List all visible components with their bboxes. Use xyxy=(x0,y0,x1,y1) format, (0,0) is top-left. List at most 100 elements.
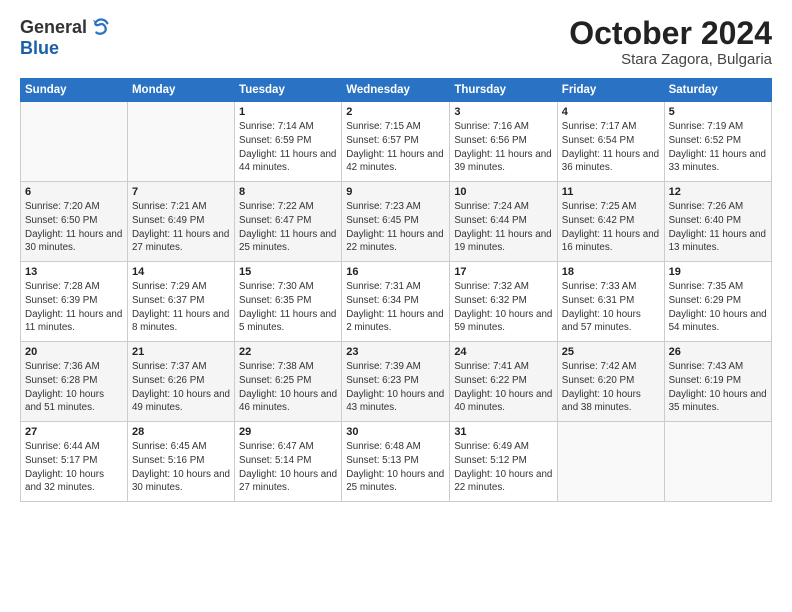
weekday-sunday: Sunday xyxy=(21,79,128,102)
weekday-wednesday: Wednesday xyxy=(342,79,450,102)
calendar-cell: 13 Sunrise: 7:28 AM Sunset: 6:39 PM Dayli… xyxy=(21,262,128,342)
day-info: Sunrise: 7:16 AM Sunset: 6:56 PM Dayligh… xyxy=(454,120,552,175)
logo-general-text: General xyxy=(20,17,87,38)
weekday-thursday: Thursday xyxy=(450,79,557,102)
day-info: Sunrise: 7:21 AM Sunset: 6:49 PM Dayligh… xyxy=(132,200,230,255)
day-number: 11 xyxy=(562,186,660,198)
weekday-tuesday: Tuesday xyxy=(235,79,342,102)
day-number: 12 xyxy=(669,186,767,198)
day-number: 22 xyxy=(239,346,337,358)
calendar-cell: 3Sunrise: 7:16 AM Sunset: 6:56 PM Daylig… xyxy=(450,102,557,182)
calendar-cell: 18 Sunrise: 7:33 AM Sunset: 6:31 PM Dayli… xyxy=(557,262,664,342)
day-number: 30 xyxy=(346,426,445,438)
day-number: 6 xyxy=(25,186,123,198)
weekday-saturday: Saturday xyxy=(664,79,771,102)
day-number: 27 xyxy=(25,426,123,438)
calendar-cell: 14 Sunrise: 7:29 AM Sunset: 6:37 PM Dayli… xyxy=(127,262,234,342)
calendar-cell: 30 Sunrise: 6:48 AM Sunset: 5:13 PM Dayli… xyxy=(342,422,450,502)
day-number: 5 xyxy=(669,106,767,118)
day-info: Sunrise: 7:39 AM Sunset: 6:23 PM Dayligh… xyxy=(346,360,445,415)
day-info: Sunrise: 7:37 AM Sunset: 6:26 PM Dayligh… xyxy=(132,360,230,415)
calendar-week-3: 13 Sunrise: 7:28 AM Sunset: 6:39 PM Dayli… xyxy=(21,262,772,342)
calendar-cell: 7 Sunrise: 7:21 AM Sunset: 6:49 PM Daylig… xyxy=(127,182,234,262)
logo: General Blue xyxy=(20,16,111,59)
day-number: 16 xyxy=(346,266,445,278)
calendar-cell: 11 Sunrise: 7:25 AM Sunset: 6:42 PM Dayli… xyxy=(557,182,664,262)
header: General Blue October 2024 Stara Zagora, … xyxy=(20,16,772,68)
day-info: Sunrise: 6:48 AM Sunset: 5:13 PM Dayligh… xyxy=(346,440,445,495)
calendar-cell: 5Sunrise: 7:19 AM Sunset: 6:52 PM Daylig… xyxy=(664,102,771,182)
day-info: Sunrise: 7:43 AM Sunset: 6:19 PM Dayligh… xyxy=(669,360,767,415)
calendar-cell: 15 Sunrise: 7:30 AM Sunset: 6:35 PM Dayli… xyxy=(235,262,342,342)
day-info: Sunrise: 7:26 AM Sunset: 6:40 PM Dayligh… xyxy=(669,200,767,255)
day-info: Sunrise: 6:44 AM Sunset: 5:17 PM Dayligh… xyxy=(25,440,123,495)
day-number: 24 xyxy=(454,346,552,358)
calendar-cell: 16 Sunrise: 7:31 AM Sunset: 6:34 PM Dayli… xyxy=(342,262,450,342)
calendar-cell: 12 Sunrise: 7:26 AM Sunset: 6:40 PM Dayli… xyxy=(664,182,771,262)
day-number: 17 xyxy=(454,266,552,278)
day-number: 20 xyxy=(25,346,123,358)
day-number: 26 xyxy=(669,346,767,358)
calendar-cell: 23Sunrise: 7:39 AM Sunset: 6:23 PM Dayli… xyxy=(342,342,450,422)
day-info: Sunrise: 7:29 AM Sunset: 6:37 PM Dayligh… xyxy=(132,280,230,335)
day-number: 18 xyxy=(562,266,660,278)
calendar-cell: 29 Sunrise: 6:47 AM Sunset: 5:14 PM Dayli… xyxy=(235,422,342,502)
day-number: 28 xyxy=(132,426,230,438)
calendar-cell: 24 Sunrise: 7:41 AM Sunset: 6:22 PM Dayli… xyxy=(450,342,557,422)
title-block: October 2024 Stara Zagora, Bulgaria xyxy=(569,16,772,68)
calendar-cell xyxy=(664,422,771,502)
day-number: 9 xyxy=(346,186,445,198)
calendar-cell: 8 Sunrise: 7:22 AM Sunset: 6:47 PM Daylig… xyxy=(235,182,342,262)
day-info: Sunrise: 7:23 AM Sunset: 6:45 PM Dayligh… xyxy=(346,200,445,255)
day-number: 8 xyxy=(239,186,337,198)
calendar-week-2: 6 Sunrise: 7:20 AM Sunset: 6:50 PM Daylig… xyxy=(21,182,772,262)
logo-bird-icon xyxy=(89,16,111,38)
day-info: Sunrise: 7:36 AM Sunset: 6:28 PM Dayligh… xyxy=(25,360,123,415)
calendar-cell: 31 Sunrise: 6:49 AM Sunset: 5:12 PM Dayli… xyxy=(450,422,557,502)
calendar-week-1: 1Sunrise: 7:14 AM Sunset: 6:59 PM Daylig… xyxy=(21,102,772,182)
calendar-cell xyxy=(557,422,664,502)
calendar-week-4: 20 Sunrise: 7:36 AM Sunset: 6:28 PM Dayli… xyxy=(21,342,772,422)
day-info: Sunrise: 6:45 AM Sunset: 5:16 PM Dayligh… xyxy=(132,440,230,495)
day-info: Sunrise: 7:32 AM Sunset: 6:32 PM Dayligh… xyxy=(454,280,552,335)
calendar-cell: 2Sunrise: 7:15 AM Sunset: 6:57 PM Daylig… xyxy=(342,102,450,182)
weekday-friday: Friday xyxy=(557,79,664,102)
calendar-week-5: 27 Sunrise: 6:44 AM Sunset: 5:17 PM Dayli… xyxy=(21,422,772,502)
day-info: Sunrise: 7:28 AM Sunset: 6:39 PM Dayligh… xyxy=(25,280,123,335)
calendar-cell xyxy=(127,102,234,182)
day-info: Sunrise: 7:33 AM Sunset: 6:31 PM Dayligh… xyxy=(562,280,660,335)
day-number: 15 xyxy=(239,266,337,278)
day-info: Sunrise: 7:38 AM Sunset: 6:25 PM Dayligh… xyxy=(239,360,337,415)
day-info: Sunrise: 7:31 AM Sunset: 6:34 PM Dayligh… xyxy=(346,280,445,335)
calendar-table: SundayMondayTuesdayWednesdayThursdayFrid… xyxy=(20,78,772,502)
day-info: Sunrise: 6:49 AM Sunset: 5:12 PM Dayligh… xyxy=(454,440,552,495)
day-info: Sunrise: 7:35 AM Sunset: 6:29 PM Dayligh… xyxy=(669,280,767,335)
calendar-cell: 20 Sunrise: 7:36 AM Sunset: 6:28 PM Dayli… xyxy=(21,342,128,422)
day-number: 1 xyxy=(239,106,337,118)
location: Stara Zagora, Bulgaria xyxy=(569,51,772,68)
day-info: Sunrise: 7:22 AM Sunset: 6:47 PM Dayligh… xyxy=(239,200,337,255)
day-info: Sunrise: 7:20 AM Sunset: 6:50 PM Dayligh… xyxy=(25,200,123,255)
calendar-cell: 25Sunrise: 7:42 AM Sunset: 6:20 PM Dayli… xyxy=(557,342,664,422)
day-info: Sunrise: 7:41 AM Sunset: 6:22 PM Dayligh… xyxy=(454,360,552,415)
day-info: Sunrise: 7:15 AM Sunset: 6:57 PM Dayligh… xyxy=(346,120,445,175)
day-number: 4 xyxy=(562,106,660,118)
calendar-cell: 17 Sunrise: 7:32 AM Sunset: 6:32 PM Dayli… xyxy=(450,262,557,342)
day-info: Sunrise: 6:47 AM Sunset: 5:14 PM Dayligh… xyxy=(239,440,337,495)
calendar-cell: 19 Sunrise: 7:35 AM Sunset: 6:29 PM Dayli… xyxy=(664,262,771,342)
day-info: Sunrise: 7:30 AM Sunset: 6:35 PM Dayligh… xyxy=(239,280,337,335)
calendar-cell: 21Sunrise: 7:37 AM Sunset: 6:26 PM Dayli… xyxy=(127,342,234,422)
day-number: 14 xyxy=(132,266,230,278)
day-info: Sunrise: 7:25 AM Sunset: 6:42 PM Dayligh… xyxy=(562,200,660,255)
calendar-cell: 28 Sunrise: 6:45 AM Sunset: 5:16 PM Dayli… xyxy=(127,422,234,502)
calendar-cell: 4Sunrise: 7:17 AM Sunset: 6:54 PM Daylig… xyxy=(557,102,664,182)
day-number: 7 xyxy=(132,186,230,198)
month-title: October 2024 xyxy=(569,16,772,51)
day-number: 31 xyxy=(454,426,552,438)
day-number: 19 xyxy=(669,266,767,278)
weekday-header-row: SundayMondayTuesdayWednesdayThursdayFrid… xyxy=(21,79,772,102)
day-number: 13 xyxy=(25,266,123,278)
calendar-cell: 10Sunrise: 7:24 AM Sunset: 6:44 PM Dayli… xyxy=(450,182,557,262)
day-number: 29 xyxy=(239,426,337,438)
page: General Blue October 2024 Stara Zagora, … xyxy=(0,0,792,612)
